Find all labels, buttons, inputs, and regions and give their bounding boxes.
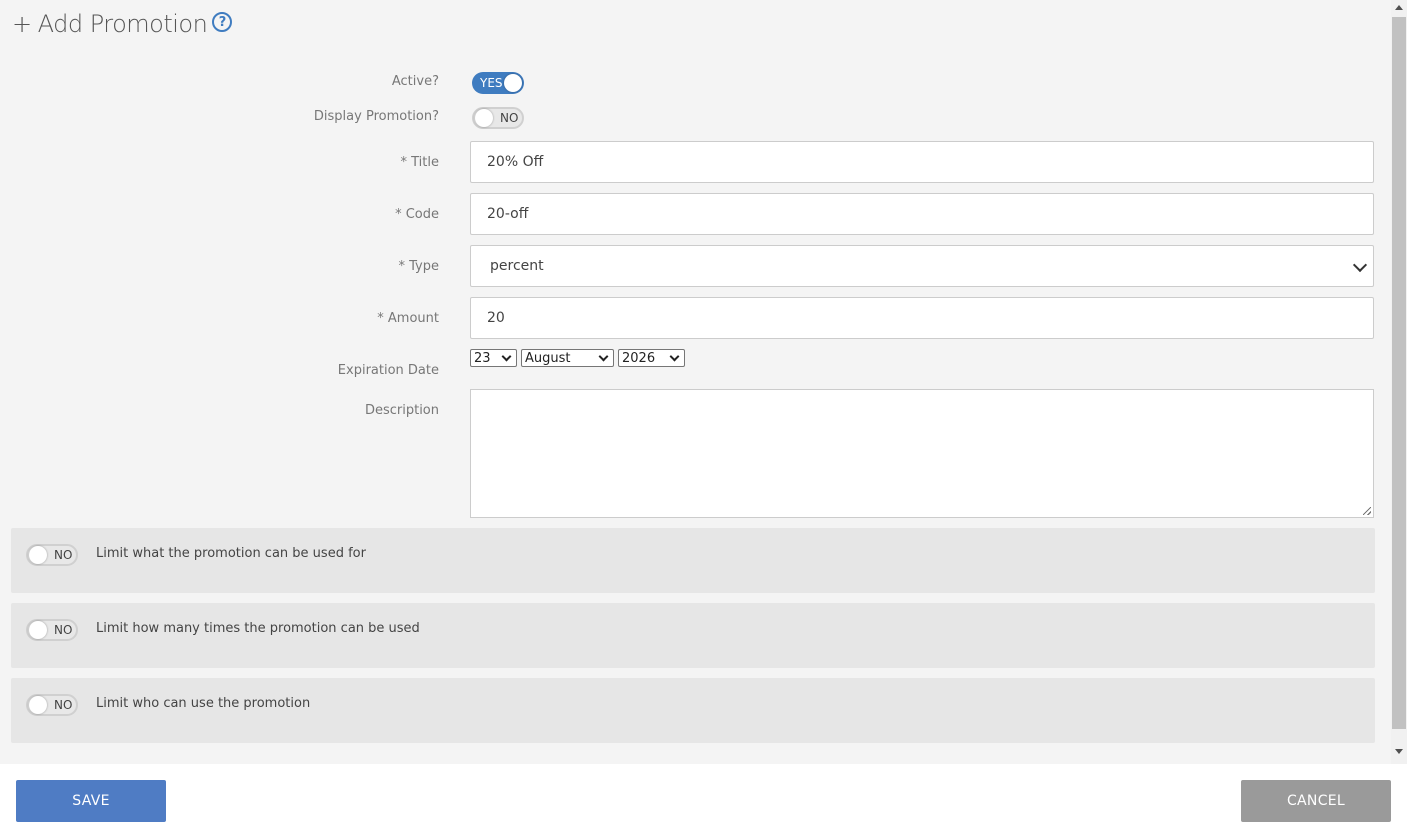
toggle-knob	[29, 546, 47, 564]
display-promotion-label: Display Promotion?	[313, 109, 439, 124]
code-input-value: 20-off	[487, 206, 529, 222]
vertical-scrollbar[interactable]	[1391, 0, 1407, 764]
scrollbar-thumb[interactable]	[1392, 17, 1406, 729]
limit-usage-toggle-text: NO	[54, 548, 73, 562]
toggle-knob	[475, 109, 493, 127]
expiration-month-value: August	[525, 350, 571, 366]
description-label: Description	[364, 403, 439, 418]
title-input-value: 20% Off	[487, 154, 544, 170]
scroll-down-icon[interactable]	[1395, 749, 1403, 754]
type-select[interactable]: percent	[470, 245, 1374, 287]
limit-users-toggle[interactable]: NO	[26, 694, 78, 716]
amount-input-value: 20	[487, 310, 505, 326]
page-title: + Add Promotion ?	[12, 10, 233, 38]
limit-usage-toggle[interactable]: NO	[26, 544, 78, 566]
chevron-down-icon	[598, 351, 609, 362]
expiration-year-value: 2026	[622, 350, 656, 366]
active-toggle[interactable]: YES	[472, 72, 524, 94]
limit-users-toggle-text: NO	[54, 698, 73, 712]
amount-label: * Amount	[377, 311, 439, 326]
limit-count-panel: NO Limit how many times the promotion ca…	[11, 603, 1375, 668]
active-label: Active?	[391, 74, 439, 89]
chevron-down-icon	[669, 351, 680, 362]
form-scroll-area: + Add Promotion ? Active? YES Display Pr…	[0, 0, 1391, 764]
expiration-month-select[interactable]: August	[521, 349, 614, 367]
limit-count-text: Limit how many times the promotion can b…	[96, 621, 420, 636]
help-icon[interactable]: ?	[212, 12, 233, 32]
limit-users-panel: NO Limit who can use the promotion	[11, 678, 1375, 743]
code-input[interactable]: 20-off	[470, 193, 1374, 235]
expiration-year-select[interactable]: 2026	[618, 349, 685, 367]
title-label: * Title	[400, 155, 440, 170]
save-button[interactable]: SAVE	[16, 780, 166, 822]
type-label: * Type	[398, 259, 440, 274]
limit-users-text: Limit who can use the promotion	[96, 696, 311, 711]
amount-input[interactable]: 20	[470, 297, 1374, 339]
cancel-button[interactable]: CANCEL	[1241, 780, 1391, 822]
chevron-down-icon	[1352, 257, 1368, 273]
chevron-down-icon	[501, 351, 512, 362]
limit-count-toggle[interactable]: NO	[26, 619, 78, 641]
expiration-day-value: 23	[474, 350, 491, 366]
display-promotion-toggle-text: NO	[500, 111, 519, 125]
description-textarea[interactable]	[470, 389, 1374, 518]
title-input[interactable]: 20% Off	[470, 141, 1374, 183]
limit-count-toggle-text: NO	[54, 623, 73, 637]
resize-handle-icon[interactable]	[1363, 507, 1371, 515]
limit-usage-panel: NO Limit what the promotion can be used …	[11, 528, 1375, 593]
toggle-knob	[504, 74, 522, 92]
display-promotion-toggle[interactable]: NO	[472, 107, 524, 129]
active-toggle-text: YES	[480, 76, 503, 90]
plus-icon: +	[12, 10, 32, 38]
expiration-date-label: Expiration Date	[337, 363, 439, 378]
type-select-value: percent	[490, 258, 544, 274]
footer-bar: SAVE CANCEL	[0, 764, 1407, 834]
expiration-day-select[interactable]: 23	[470, 349, 517, 367]
toggle-knob	[29, 621, 47, 639]
page-title-text: Add Promotion	[37, 10, 208, 38]
toggle-knob	[29, 696, 47, 714]
scroll-up-icon[interactable]	[1395, 5, 1403, 10]
code-label: * Code	[395, 207, 439, 222]
limit-usage-text: Limit what the promotion can be used for	[96, 546, 366, 561]
